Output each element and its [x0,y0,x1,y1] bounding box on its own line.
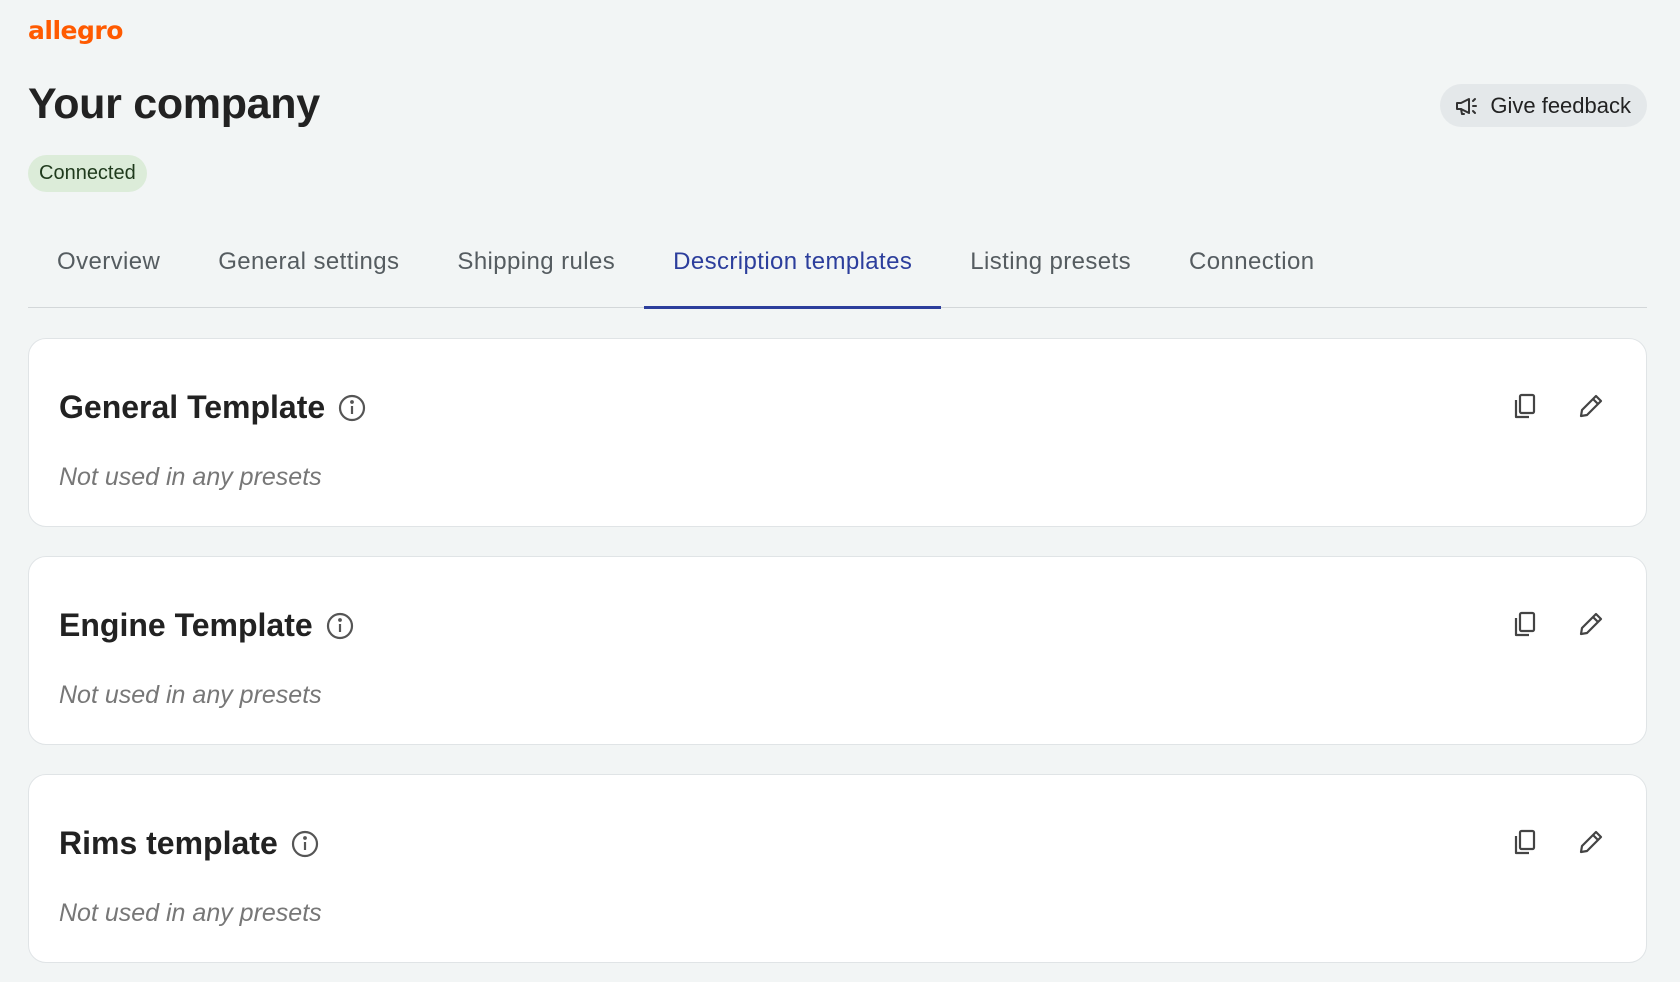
edit-button[interactable] [1574,825,1608,859]
edit-button[interactable] [1574,389,1608,423]
template-usage: Not used in any presets [59,463,322,491]
copy-icon [1514,829,1536,855]
logo-text: allegro [28,16,123,45]
duplicate-button[interactable] [1508,389,1542,423]
tab-label: Listing presets [970,248,1132,275]
info-icon[interactable] [337,393,367,423]
template-title-row: General Template [59,389,367,426]
tab-description-templates[interactable]: Description templates [644,228,942,309]
pencil-icon [1579,830,1603,854]
template-title-row: Engine Template [59,607,355,644]
template-card: Rims template Not used in any presets [28,774,1647,963]
tab-label: General settings [218,248,400,275]
template-actions [1508,607,1608,641]
template-name: Rims template [59,825,278,861]
template-card: Engine Template Not used in any presets [28,556,1647,745]
allegro-logo[interactable]: allegro [28,16,123,45]
tab-label: Connection [1189,248,1315,275]
megaphone-icon [1456,97,1478,115]
copy-icon [1514,611,1536,637]
tab-label: Overview [57,248,161,275]
tab-listing-presets[interactable]: Listing presets [941,228,1160,308]
tab-overview[interactable]: Overview [28,228,189,308]
info-icon[interactable] [325,611,355,641]
status-badge: Connected [28,155,147,192]
edit-button[interactable] [1574,607,1608,641]
duplicate-button[interactable] [1508,607,1542,641]
page-title: Your company [28,80,320,128]
template-actions [1508,825,1608,859]
status-text: Connected [39,162,136,184]
template-card: General Template Not used in any presets [28,338,1647,527]
tab-label: Shipping rules [457,248,616,275]
tab-label: Description templates [673,248,913,275]
template-name: General Template [59,389,326,425]
pencil-icon [1579,612,1603,636]
template-list: General Template Not used in any presets [28,338,1647,982]
tab-connection[interactable]: Connection [1160,228,1343,308]
template-actions [1508,389,1608,423]
template-name: Engine Template [59,607,313,643]
info-icon[interactable] [290,829,320,859]
tab-bar: Overview General settings Shipping rules… [28,228,1647,309]
give-feedback-label: Give feedback [1490,92,1631,118]
duplicate-button[interactable] [1508,825,1542,859]
copy-icon [1514,393,1536,419]
page: allegro Your company Give feedback Conne… [0,0,1680,982]
template-usage: Not used in any presets [59,899,322,927]
template-usage: Not used in any presets [59,681,322,709]
template-title-row: Rims template [59,825,320,862]
pencil-icon [1579,394,1603,418]
tab-shipping-rules[interactable]: Shipping rules [428,228,644,308]
tab-general-settings[interactable]: General settings [189,228,428,308]
give-feedback-button[interactable]: Give feedback [1440,84,1647,127]
